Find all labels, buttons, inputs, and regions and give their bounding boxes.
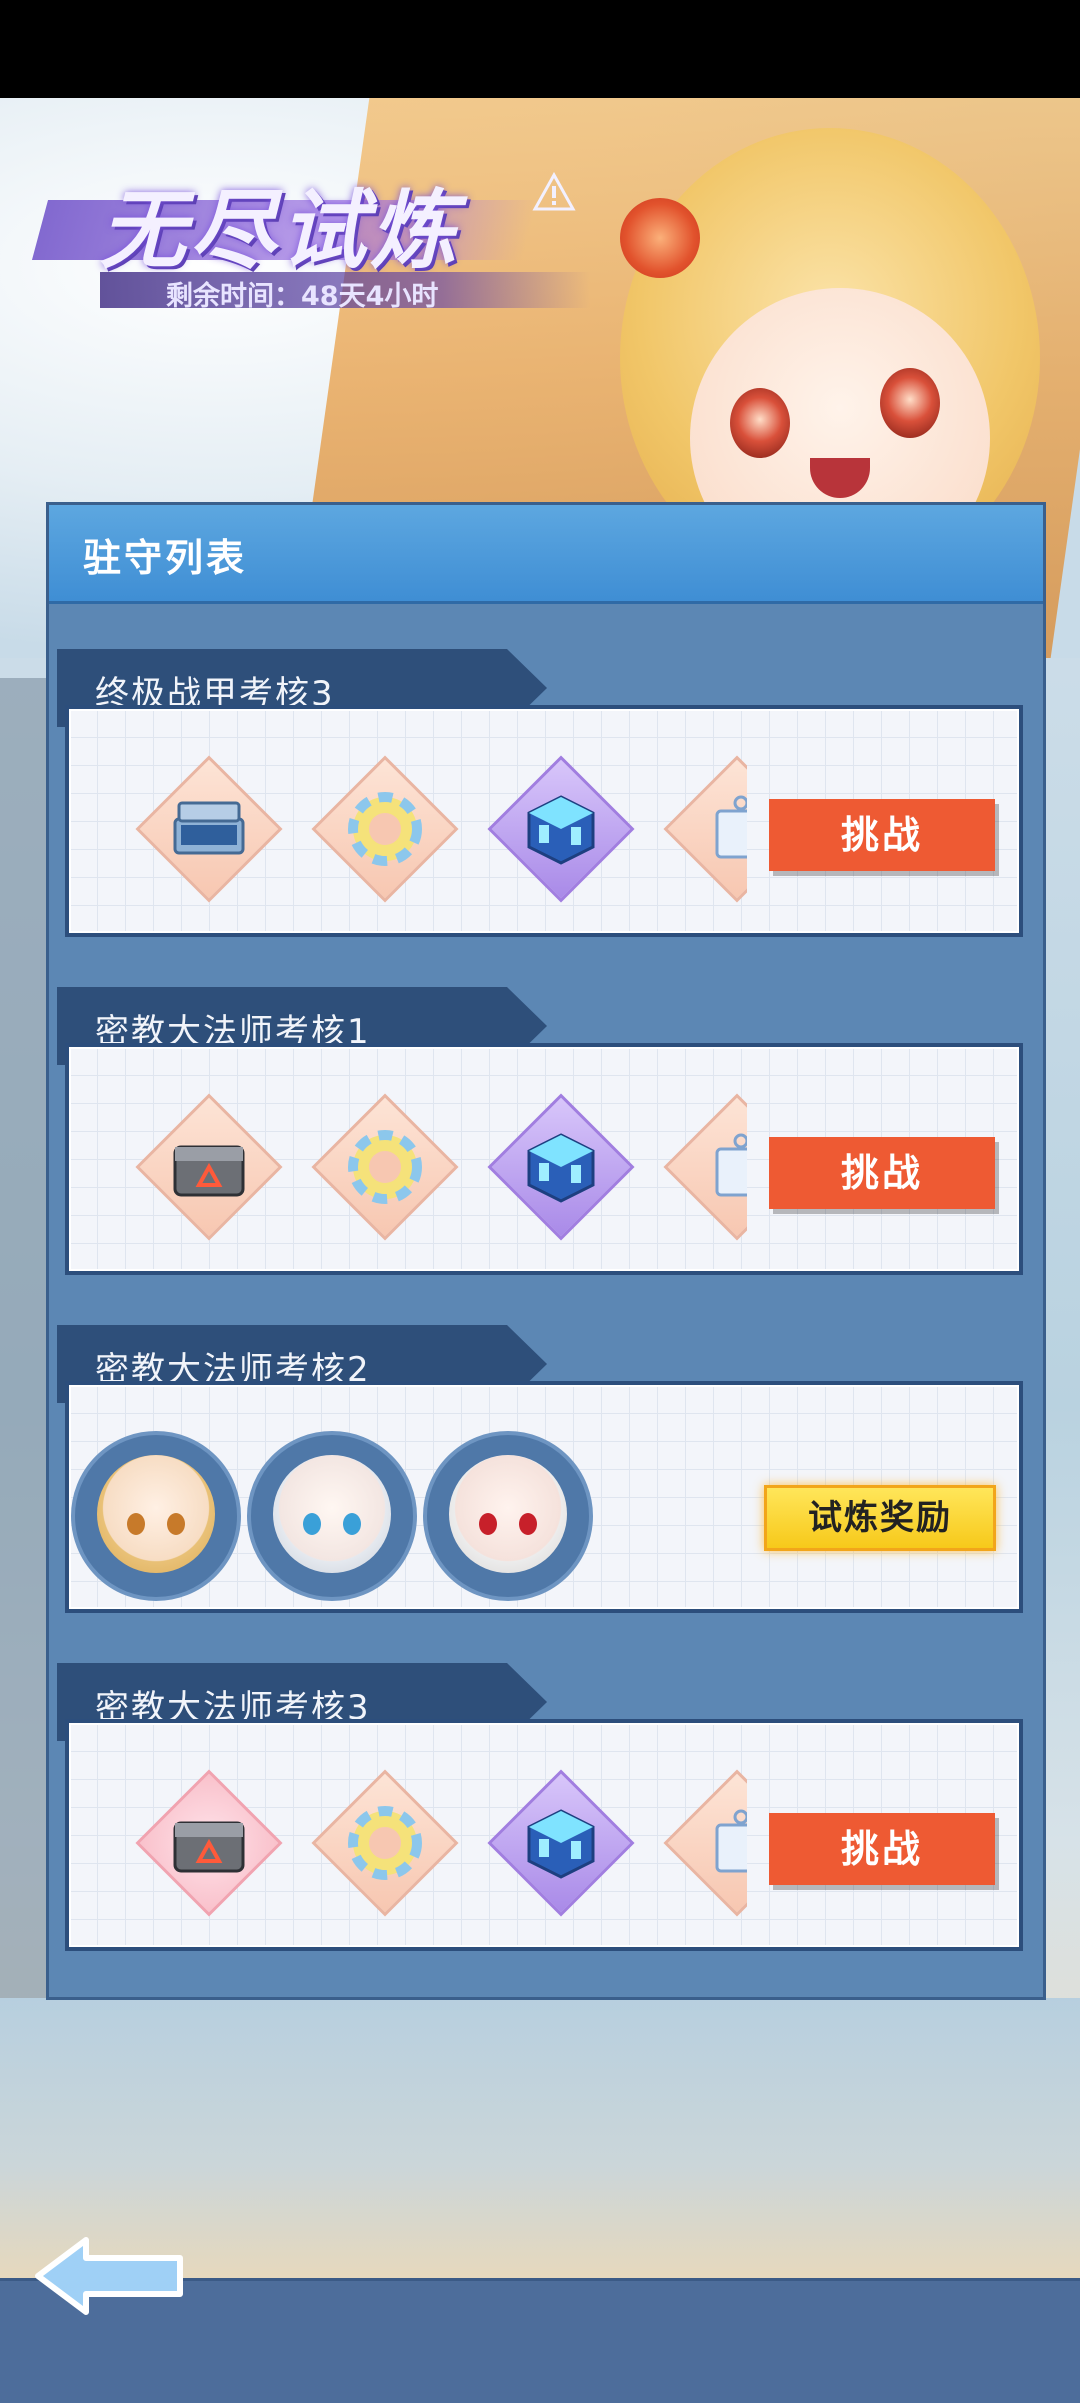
character-avatar-silver[interactable] xyxy=(247,1431,417,1601)
equipment-case-icon xyxy=(173,801,245,855)
group-card: 挑战 xyxy=(65,705,1023,937)
group-card: 挑战 xyxy=(65,1043,1023,1275)
reward-item[interactable] xyxy=(305,1763,465,1923)
reward-item[interactable] xyxy=(481,749,641,909)
trial-reward-button[interactable]: 试炼奖励 xyxy=(764,1485,996,1551)
back-arrow-icon[interactable] xyxy=(34,2234,184,2318)
character-avatar-blonde[interactable] xyxy=(71,1431,241,1601)
reward-item[interactable] xyxy=(129,749,289,909)
blue-cube-icon xyxy=(527,795,595,865)
remaining-time-bar: 剩余时间：48天4小时 xyxy=(100,272,590,312)
reward-item[interactable] xyxy=(129,1087,289,1247)
reward-item[interactable] xyxy=(657,749,747,909)
reward-item[interactable] xyxy=(129,1763,289,1923)
reward-item[interactable] xyxy=(481,1763,641,1923)
swim-ring-icon xyxy=(348,1806,422,1880)
reward-item[interactable] xyxy=(657,1763,747,1923)
tag-icon xyxy=(715,795,747,859)
panel-header: 驻守列表 xyxy=(49,505,1043,604)
remaining-time: 剩余时间：48天4小时 xyxy=(166,281,439,312)
group-card: 挑战 xyxy=(65,1719,1023,1951)
reward-item[interactable] xyxy=(305,749,465,909)
page-title: 无尽试炼 xyxy=(100,181,460,281)
challenge-button[interactable]: 挑战 xyxy=(769,1137,995,1209)
tag-icon xyxy=(715,1809,747,1873)
metal-box-icon xyxy=(173,1821,245,1873)
warning-triangle-icon[interactable] xyxy=(532,172,576,212)
challenge-button[interactable]: 挑战 xyxy=(769,799,995,871)
garrison-list-panel: 驻守列表 终极战甲考核3 挑战 密教大法师考核1 挑战 密教大法师考核2 试炼奖… xyxy=(46,502,1046,2000)
reward-item[interactable] xyxy=(657,1087,747,1247)
reward-item[interactable] xyxy=(481,1087,641,1247)
panel-title: 驻守列表 xyxy=(83,536,248,580)
blue-cube-icon xyxy=(527,1809,595,1879)
character-avatar-white-red-eyes[interactable] xyxy=(423,1431,593,1601)
garrison-group: 终极战甲考核3 挑战 xyxy=(57,649,1027,939)
status-bar xyxy=(0,0,1080,98)
swim-ring-icon xyxy=(348,1130,422,1204)
garrison-group: 密教大法师考核1 挑战 xyxy=(57,987,1027,1277)
garrison-group: 密教大法师考核3 挑战 xyxy=(57,1663,1027,1953)
group-card: 试炼奖励 xyxy=(65,1381,1023,1613)
metal-box-icon xyxy=(173,1145,245,1197)
swim-ring-icon xyxy=(348,792,422,866)
garrison-group: 密教大法师考核2 试炼奖励 xyxy=(57,1325,1027,1615)
reward-item[interactable] xyxy=(305,1087,465,1247)
challenge-button[interactable]: 挑战 xyxy=(769,1813,995,1885)
tag-icon xyxy=(715,1133,747,1197)
event-title-block: 无尽试炼 剩余时间：48天4小时 xyxy=(31,160,600,312)
blue-cube-icon xyxy=(527,1133,595,1203)
